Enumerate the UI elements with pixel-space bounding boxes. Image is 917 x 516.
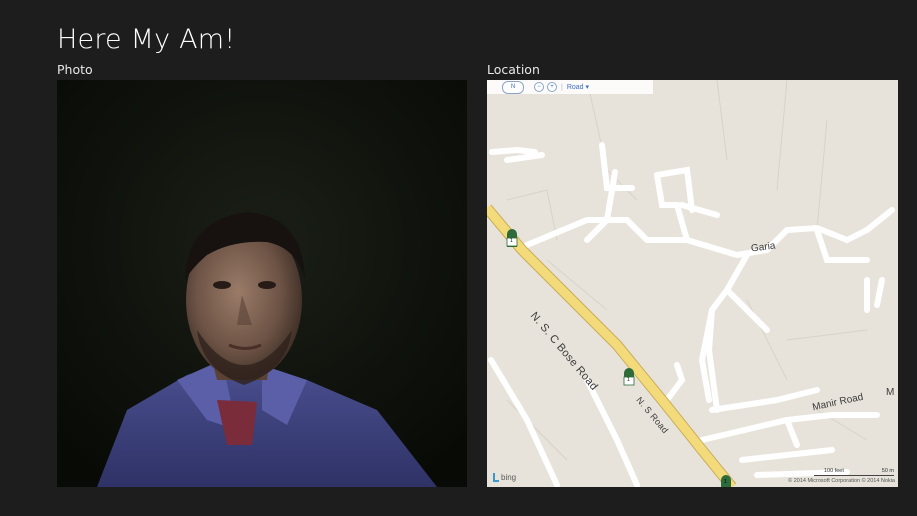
place-label-partial: M bbox=[886, 387, 895, 398]
toolbar-divider: | bbox=[561, 83, 563, 91]
photo-image bbox=[57, 80, 467, 487]
bing-logo: bing bbox=[493, 473, 516, 482]
photo-preview bbox=[57, 80, 467, 487]
photo-section-label: Photo bbox=[57, 62, 93, 77]
road-shield-label: 1 bbox=[724, 479, 727, 485]
zoom-in-button[interactable]: + bbox=[547, 82, 557, 92]
location-section-label: Location bbox=[487, 62, 540, 77]
scale-line bbox=[814, 475, 894, 476]
page-title: Here My Am! bbox=[57, 24, 236, 55]
road-shield-label: 1 bbox=[627, 377, 630, 383]
map-copyright: © 2014 Microsoft Corporation © 2014 Noki… bbox=[788, 478, 895, 484]
scale-feet-label: 100 feet bbox=[824, 468, 844, 474]
bing-icon bbox=[493, 473, 499, 482]
bing-label: bing bbox=[501, 473, 517, 482]
compass-icon[interactable]: N bbox=[502, 80, 524, 94]
road-shield-label: 1 bbox=[510, 238, 513, 244]
scale-meters-label: 50 m bbox=[881, 468, 894, 474]
location-map[interactable]: 1 1 1 N. S. C Bose Road N. S Road Garia … bbox=[487, 80, 898, 487]
map-navigation-bar: N − + | Road ▾ bbox=[487, 80, 653, 94]
map-scale-bar: 100 feet 50 m bbox=[814, 468, 894, 476]
map-style-dropdown[interactable]: Road ▾ bbox=[567, 83, 589, 91]
zoom-out-button[interactable]: − bbox=[534, 82, 544, 92]
map-roads bbox=[487, 80, 898, 487]
